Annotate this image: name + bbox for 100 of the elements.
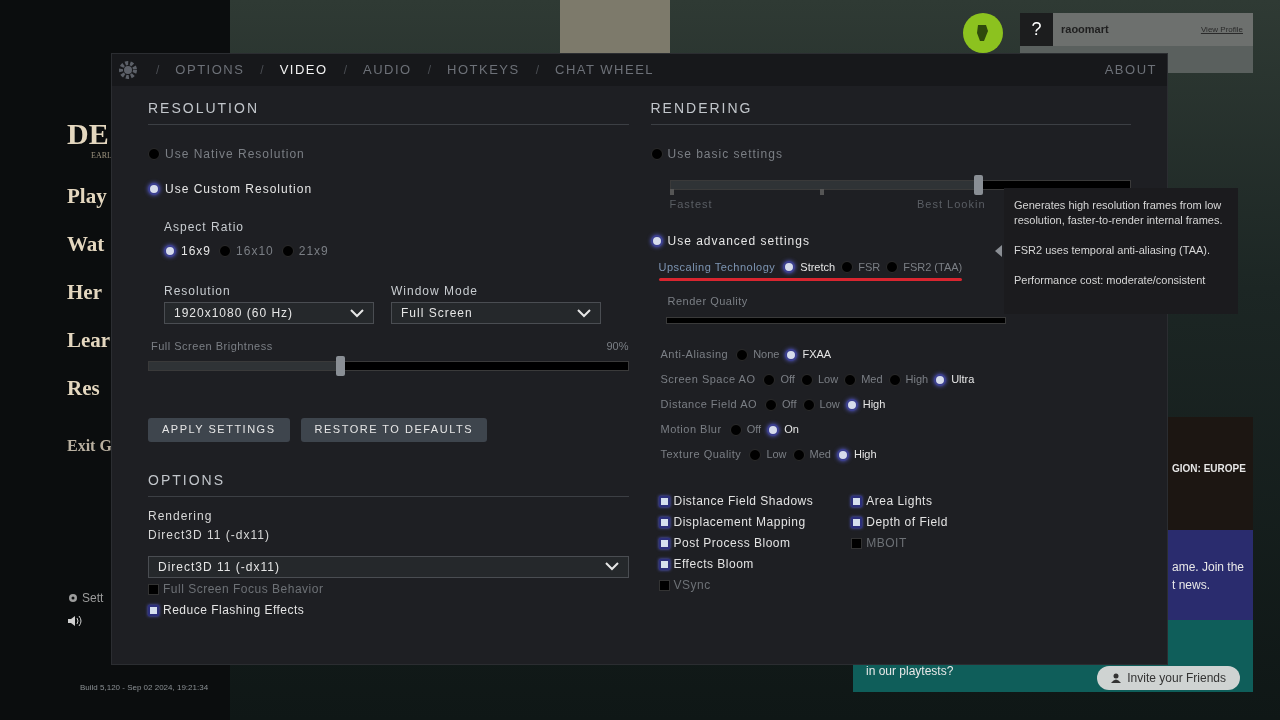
radio-button[interactable] bbox=[749, 448, 762, 461]
radio-label: FSR2 (TAA) bbox=[903, 259, 963, 275]
tooltip-text: Generates high resolution frames from low resolution, faster-to-render internal frames. bbox=[1014, 198, 1224, 228]
radio-button[interactable] bbox=[765, 398, 778, 411]
slider-track[interactable] bbox=[665, 316, 1006, 324]
radio-button[interactable] bbox=[650, 234, 663, 247]
radio-label: High bbox=[853, 447, 877, 463]
field-label: Window Mode bbox=[391, 283, 480, 300]
radio-label: On bbox=[784, 422, 799, 438]
tooltip-text: FSR2 uses temporal anti-aliasing (TAA). bbox=[1014, 243, 1212, 258]
checkbox[interactable] bbox=[851, 495, 863, 507]
dropdown[interactable]: Full Screen bbox=[391, 302, 601, 324]
slider-label: Render Quality bbox=[667, 294, 749, 309]
radio-button[interactable] bbox=[792, 448, 805, 461]
radio-label: Med bbox=[861, 372, 883, 388]
menu-item[interactable]: Res bbox=[67, 372, 111, 404]
checkbox[interactable] bbox=[658, 516, 670, 528]
radio-button[interactable] bbox=[888, 373, 901, 386]
radio-label: 21x9 bbox=[298, 243, 329, 260]
checkbox-label: MBOIT bbox=[866, 535, 907, 552]
profile-badge: ? bbox=[1020, 13, 1053, 46]
checkbox[interactable] bbox=[658, 537, 670, 549]
dropdown[interactable]: Direct3D 11 (-dx11) bbox=[148, 555, 629, 578]
tab[interactable]: AUDIO bbox=[363, 60, 412, 80]
setting-label: Upscaling Technology bbox=[658, 259, 776, 275]
action-button[interactable]: RESTORE TO DEFAULTS bbox=[300, 417, 487, 442]
speaker-icon[interactable] bbox=[67, 615, 83, 627]
checkbox[interactable] bbox=[851, 537, 863, 549]
checkbox[interactable] bbox=[658, 579, 670, 591]
action-button[interactable]: APPLY SETTINGS bbox=[148, 417, 290, 442]
radio-label: Off bbox=[780, 372, 795, 388]
settings-icon[interactable] bbox=[67, 592, 79, 604]
radio-button[interactable] bbox=[148, 148, 160, 160]
menu-item[interactable]: Wat bbox=[67, 228, 111, 260]
promo-text: ame. Join the bbox=[1172, 559, 1245, 576]
checkbox-label: Area Lights bbox=[866, 493, 933, 510]
radio-button[interactable] bbox=[767, 423, 780, 436]
radio-button[interactable] bbox=[736, 348, 749, 361]
radio-button[interactable] bbox=[934, 373, 947, 386]
radio-button[interactable] bbox=[844, 373, 857, 386]
field-label: Resolution bbox=[164, 283, 232, 300]
tab[interactable]: CHAT WHEEL bbox=[555, 60, 655, 80]
radio-label: Use Native Resolution bbox=[165, 146, 305, 163]
menu-item[interactable]: Exit G bbox=[67, 434, 111, 458]
radio-button[interactable] bbox=[281, 245, 294, 257]
slider-label: Full Screen Brightness bbox=[151, 339, 273, 354]
radio-button[interactable] bbox=[164, 245, 176, 257]
dropdown[interactable]: 1920x1080 (60 Hz) bbox=[164, 302, 374, 324]
tab[interactable]: OPTIONS bbox=[175, 60, 245, 80]
radio-button[interactable] bbox=[785, 348, 798, 361]
radio-button[interactable] bbox=[763, 373, 776, 386]
tab-separator: / bbox=[535, 62, 539, 79]
tab[interactable]: HOTKEYS bbox=[447, 60, 520, 80]
checkbox[interactable] bbox=[148, 604, 159, 616]
slider[interactable] bbox=[148, 354, 629, 377]
menu-item[interactable]: Play bbox=[67, 180, 111, 212]
tab-separator: / bbox=[343, 62, 347, 79]
checkbox[interactable] bbox=[658, 558, 670, 570]
radio-button[interactable] bbox=[219, 245, 232, 257]
tooltip-text: Performance cost: moderate/consistent bbox=[1014, 273, 1207, 288]
field-value: Direct3D 11 (-dx11) bbox=[148, 526, 271, 544]
radio-button[interactable] bbox=[148, 183, 160, 195]
checkbox-label: Full Screen Focus Behavior bbox=[163, 581, 324, 598]
radio-button[interactable] bbox=[800, 373, 813, 386]
menu-item[interactable]: Lear bbox=[67, 324, 111, 356]
invite-button[interactable]: Invite your Friends bbox=[1097, 666, 1240, 690]
radio-label: 16x9 bbox=[181, 243, 212, 260]
logo-subtitle: EARL bbox=[90, 150, 111, 162]
radio-label: Low bbox=[819, 397, 840, 413]
radio-label: Low bbox=[766, 447, 787, 463]
radio-button[interactable] bbox=[783, 260, 796, 273]
game-logo: DE bbox=[67, 118, 110, 150]
radio-label: Stretch bbox=[800, 259, 836, 275]
section-title: RENDERING bbox=[650, 100, 753, 116]
checkbox[interactable] bbox=[851, 516, 863, 528]
tab[interactable]: VIDEO bbox=[279, 60, 328, 80]
settings-link[interactable]: Sett bbox=[82, 589, 104, 607]
radio-label: Low bbox=[817, 372, 839, 388]
radio-button[interactable] bbox=[802, 398, 815, 411]
menu-item[interactable]: Her bbox=[67, 276, 111, 308]
radio-label: FXAA bbox=[802, 347, 832, 363]
field-label: Rendering bbox=[148, 507, 214, 525]
checkbox-label: Reduce Flashing Effects bbox=[163, 602, 305, 619]
checkbox[interactable] bbox=[658, 495, 670, 507]
tab[interactable]: ABOUT bbox=[1104, 60, 1157, 80]
radio-label: Med bbox=[809, 447, 831, 463]
build-info: Build 5,120 - Sep 02 2024, 19:21:34 bbox=[80, 682, 209, 694]
radio-label: High bbox=[862, 397, 886, 413]
radio-button[interactable] bbox=[886, 260, 899, 273]
slider-thumb[interactable] bbox=[336, 355, 346, 376]
radio-button[interactable] bbox=[845, 398, 858, 411]
section-title: RESOLUTION bbox=[148, 100, 259, 116]
checkbox[interactable] bbox=[148, 583, 159, 595]
person-icon bbox=[1111, 673, 1122, 683]
radio-button[interactable] bbox=[841, 260, 854, 273]
slider-thumb[interactable] bbox=[974, 175, 984, 195]
radio-button[interactable] bbox=[836, 448, 849, 461]
radio-button[interactable] bbox=[729, 423, 742, 436]
setting-label: Texture Quality bbox=[660, 447, 742, 463]
radio-button[interactable] bbox=[650, 148, 663, 160]
